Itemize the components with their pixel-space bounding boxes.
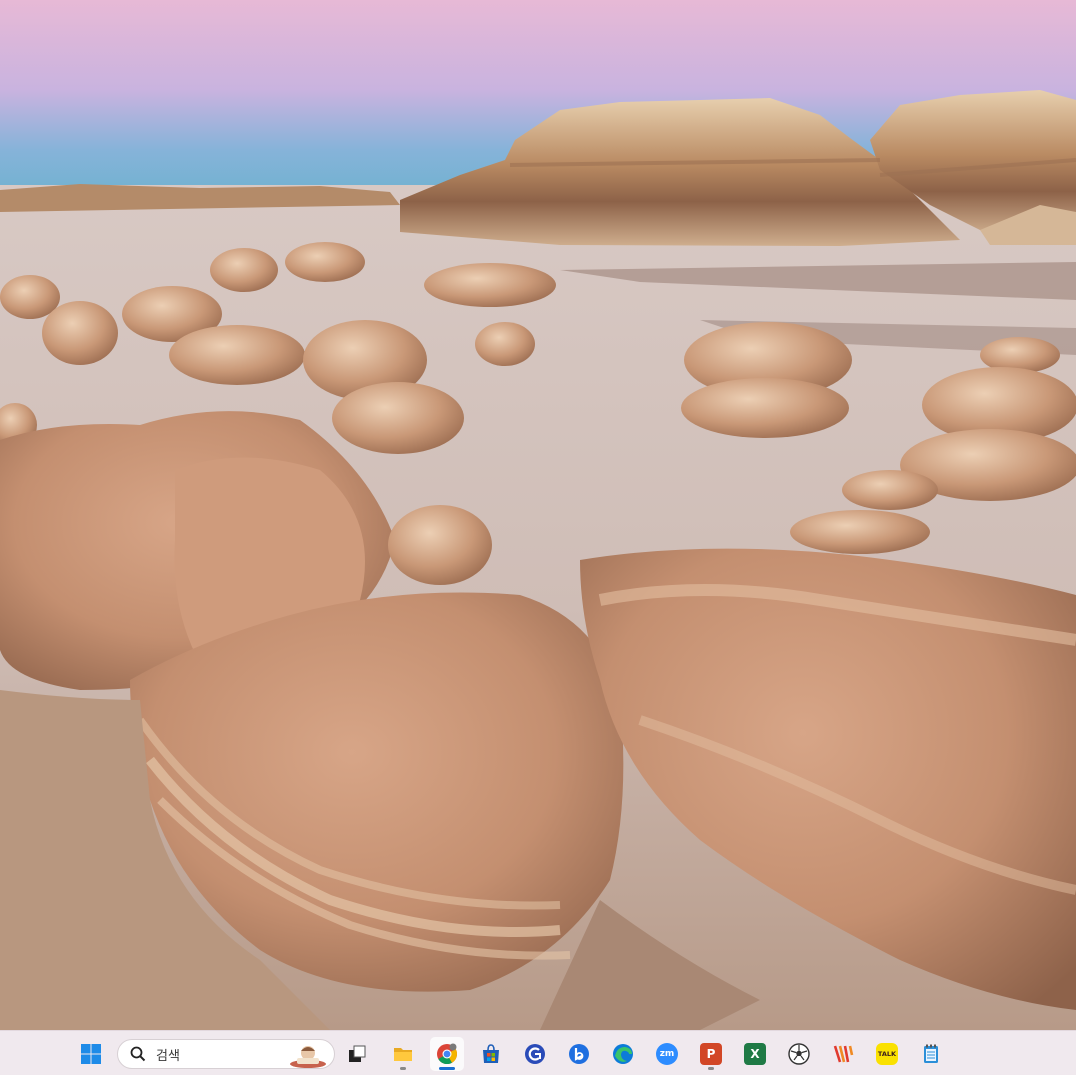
bing-icon (569, 1044, 589, 1064)
task-view-button[interactable] (340, 1037, 374, 1071)
microsoft-store-button[interactable] (474, 1037, 508, 1071)
chrome-icon (437, 1043, 458, 1065)
folder-icon (394, 1048, 412, 1061)
soccer-app-button[interactable] (782, 1037, 816, 1071)
start-button[interactable] (74, 1037, 108, 1071)
search-box[interactable]: 검색 (117, 1039, 335, 1069)
task-view-icon (349, 1045, 366, 1062)
assistant-icon (525, 1044, 545, 1064)
store-icon (483, 1044, 499, 1063)
excel-icon: X (744, 1043, 766, 1065)
desktop-wallpaper (0, 0, 1076, 1030)
file-explorer-button[interactable] (386, 1037, 420, 1071)
running-indicator (400, 1067, 406, 1070)
edge-button[interactable] (606, 1037, 640, 1071)
notepad-button[interactable] (914, 1037, 948, 1071)
search-highlight-icon (290, 1046, 326, 1068)
running-indicator (708, 1067, 714, 1070)
chrome-button[interactable] (430, 1037, 464, 1071)
soccer-ball-icon (788, 1043, 810, 1065)
excel-button[interactable]: X (738, 1037, 772, 1071)
notepad-icon (924, 1044, 938, 1063)
edge-icon (613, 1044, 633, 1064)
bing-button[interactable] (562, 1037, 596, 1071)
powerpoint-button[interactable]: P (694, 1037, 728, 1071)
media-player-button[interactable] (826, 1037, 860, 1071)
windows-logo-icon (81, 1044, 101, 1064)
kakaotalk-button[interactable]: TALK (870, 1037, 904, 1071)
lightning-stripes-icon (833, 1045, 854, 1063)
kakaotalk-icon: TALK (876, 1043, 898, 1065)
search-icon (130, 1046, 146, 1062)
active-indicator (439, 1067, 455, 1070)
taskbar: 검색 zm P X TALK (0, 1030, 1076, 1075)
search-placeholder: 검색 (156, 1048, 180, 1064)
zoom-icon: zm (656, 1043, 678, 1065)
wallpaper-landscape (0, 0, 1076, 1030)
zoom-button[interactable]: zm (650, 1037, 684, 1071)
gemini-button[interactable] (518, 1037, 552, 1071)
powerpoint-icon: P (700, 1043, 722, 1065)
